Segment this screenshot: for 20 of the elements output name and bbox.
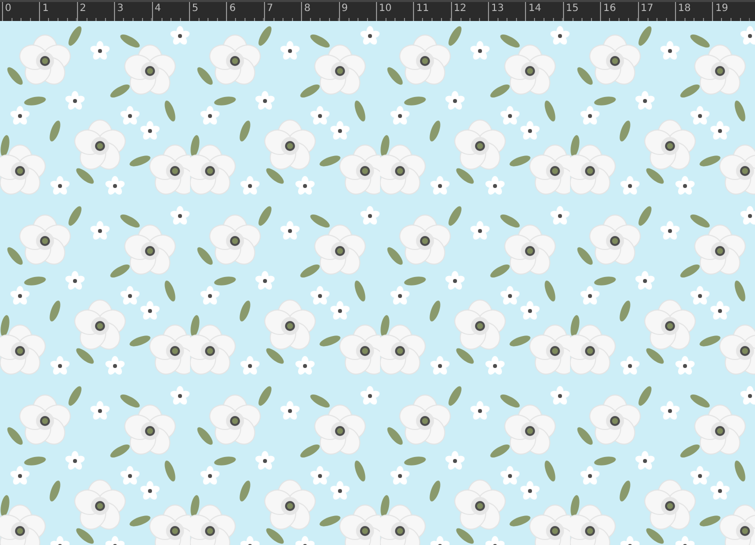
ruler-label: 15 — [566, 3, 579, 14]
ruler-label: 14 — [528, 3, 542, 14]
ruler-label: 13 — [491, 3, 504, 14]
ruler-label: 19 — [715, 3, 728, 14]
ruler-label: 7 — [266, 3, 274, 14]
ruler-label: 8 — [304, 3, 310, 14]
ruler-label: 16 — [603, 3, 616, 14]
ruler-label: 5 — [192, 3, 198, 14]
ruler-label: 1 — [42, 3, 49, 14]
ruler-label: 4 — [154, 3, 161, 14]
ruler-label: 12 — [454, 3, 466, 14]
ruler-label: 2 — [80, 3, 86, 14]
ruler-label: 11 — [416, 3, 430, 14]
ruler-label: 0 — [5, 3, 12, 14]
ruler-label: 18 — [678, 3, 691, 14]
ruler-label: 9 — [342, 3, 348, 14]
ruler-label: 6 — [229, 3, 236, 14]
ruler-label: 3 — [117, 3, 124, 14]
ruler-label: 17 — [640, 3, 654, 14]
ruler-label: 10 — [378, 3, 392, 14]
